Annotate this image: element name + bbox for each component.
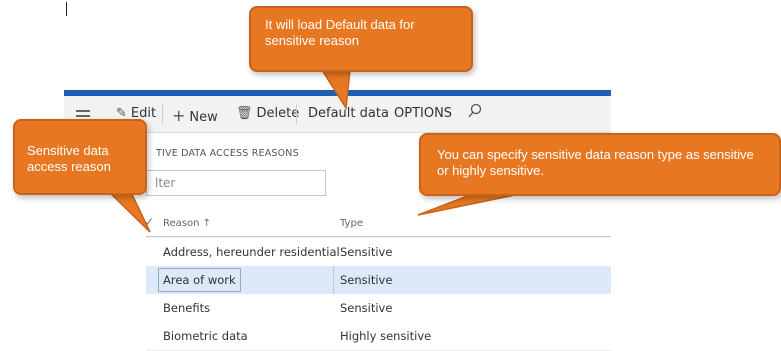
pointer-default-data <box>320 69 351 111</box>
pointer-type <box>417 194 516 216</box>
callout-type: You can specify sensitive data reason ty… <box>419 133 781 196</box>
callout-reason: Sensitive data access reason <box>13 119 147 195</box>
pointer-reason <box>105 189 151 233</box>
callout-default-data: It will load Default data for sensitive … <box>249 6 473 72</box>
